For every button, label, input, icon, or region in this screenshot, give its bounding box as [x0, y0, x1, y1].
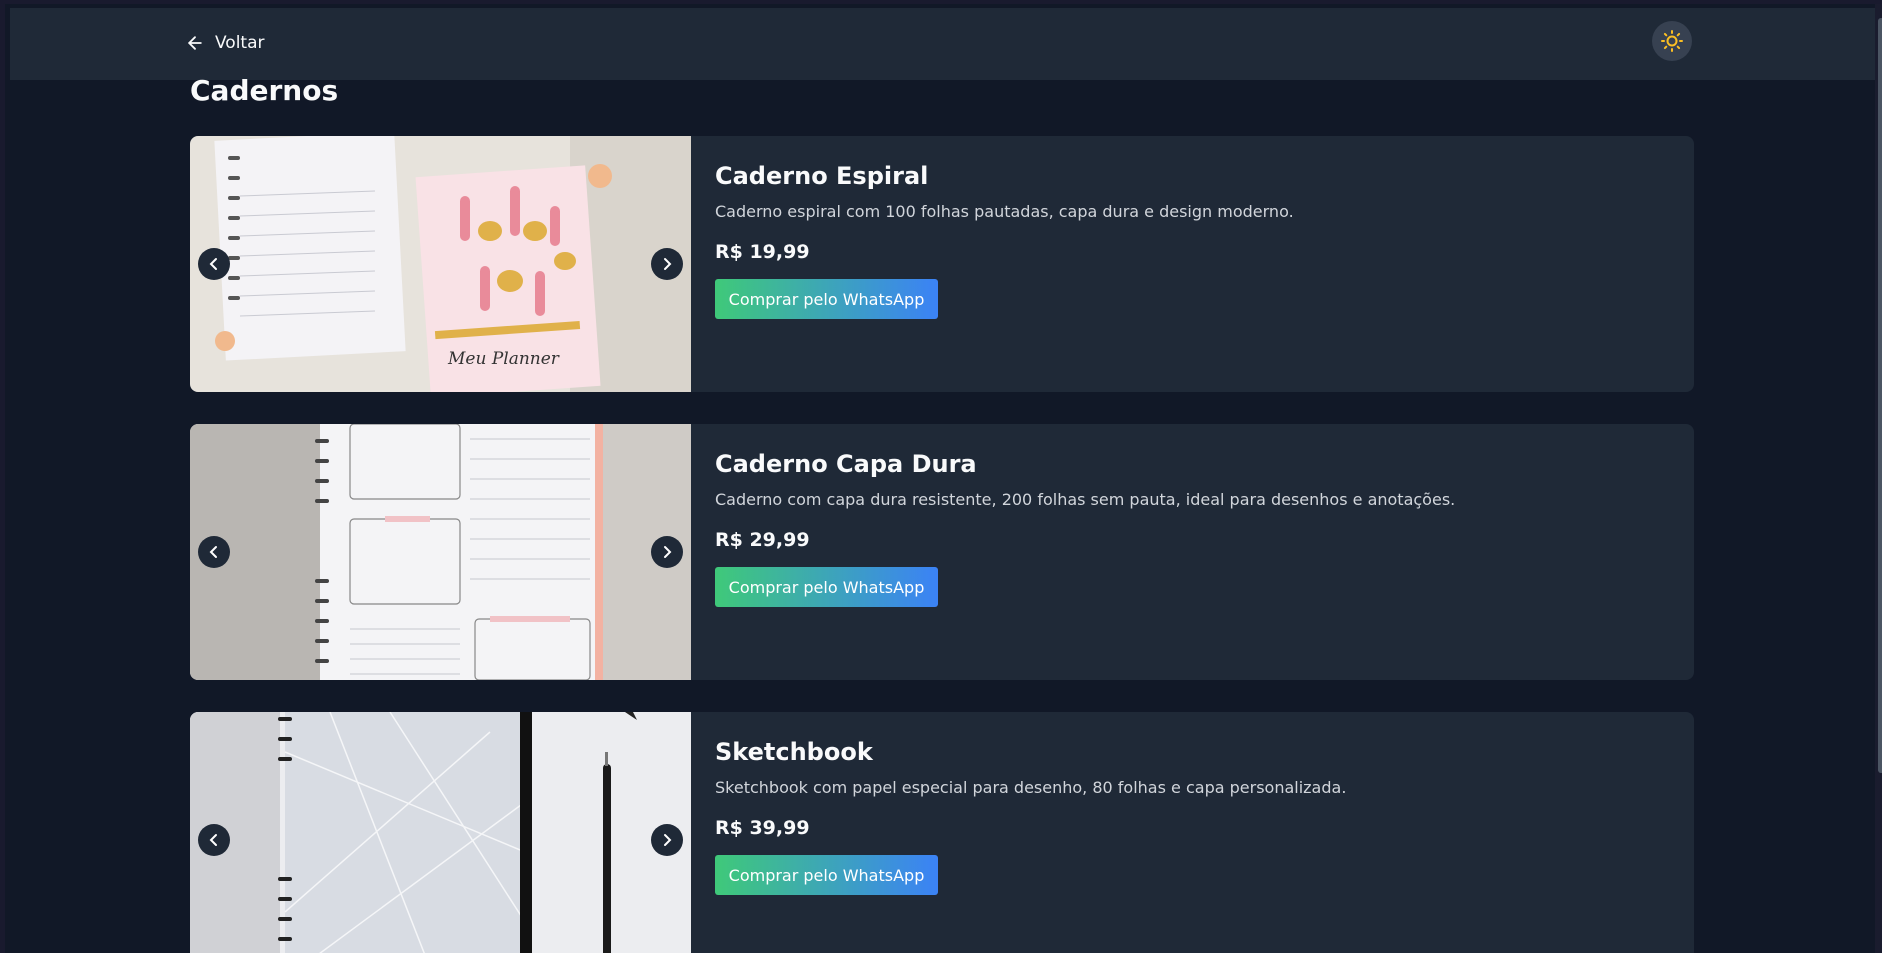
arrow-left-icon	[188, 36, 202, 50]
carousel-next-button[interactable]	[651, 248, 683, 280]
product-photo	[190, 712, 691, 953]
product-description: Caderno com capa dura resistente, 200 fo…	[715, 490, 1456, 509]
product-image-caption: Meu Planner	[447, 349, 560, 369]
chevron-right-icon	[664, 834, 672, 846]
chevron-right-icon	[664, 546, 672, 558]
product-card: Sketchbook Sketchbook com papel especial…	[190, 712, 1694, 953]
product-price: R$ 39,99	[715, 817, 810, 839]
back-label: Voltar	[215, 33, 265, 53]
product-price: R$ 19,99	[715, 241, 810, 263]
product-card: Meu Planner Caderno Espiral Caderno espi…	[190, 136, 1694, 392]
product-description: Sketchbook com papel especial para desen…	[715, 778, 1347, 797]
product-info: Sketchbook Sketchbook com papel especial…	[715, 738, 1674, 895]
scrollbar-thumb[interactable]	[1878, 18, 1882, 773]
sun-icon	[1661, 30, 1683, 52]
product-photo	[190, 424, 691, 680]
buy-whatsapp-button[interactable]: Comprar pelo WhatsApp	[715, 279, 938, 319]
carousel-prev-button[interactable]	[198, 248, 230, 280]
product-title: Caderno Espiral	[715, 162, 929, 190]
product-price: R$ 29,99	[715, 529, 810, 551]
product-description: Caderno espiral com 100 folhas pautadas,…	[715, 202, 1294, 221]
product-photo: Meu Planner	[190, 136, 691, 392]
chevron-left-icon	[209, 546, 217, 558]
buy-whatsapp-button[interactable]: Comprar pelo WhatsApp	[715, 567, 938, 607]
product-image-carousel	[190, 712, 691, 953]
product-info: Caderno Espiral Caderno espiral com 100 …	[715, 162, 1674, 319]
carousel-prev-button[interactable]	[198, 536, 230, 568]
carousel-next-button[interactable]	[651, 536, 683, 568]
vertical-scrollbar[interactable]	[1875, 4, 1882, 953]
app-window: Voltar Cadernos Meu Planner Caderno Espi…	[0, 0, 1882, 953]
product-image-carousel: Meu Planner	[190, 136, 691, 392]
back-button[interactable]: Voltar	[185, 29, 265, 57]
carousel-prev-button[interactable]	[198, 824, 230, 856]
product-title: Sketchbook	[715, 738, 873, 766]
buy-whatsapp-button[interactable]: Comprar pelo WhatsApp	[715, 855, 938, 895]
product-title: Caderno Capa Dura	[715, 450, 977, 478]
theme-toggle-button[interactable]	[1652, 21, 1692, 61]
product-card: Caderno Capa Dura Caderno com capa dura …	[190, 424, 1694, 680]
top-bar	[10, 8, 1875, 80]
carousel-next-button[interactable]	[651, 824, 683, 856]
product-image-carousel	[190, 424, 691, 680]
page-title: Cadernos	[190, 74, 339, 107]
product-info: Caderno Capa Dura Caderno com capa dura …	[715, 450, 1674, 607]
chevron-left-icon	[209, 834, 217, 846]
chevron-right-icon	[664, 258, 672, 270]
chevron-left-icon	[209, 258, 217, 270]
